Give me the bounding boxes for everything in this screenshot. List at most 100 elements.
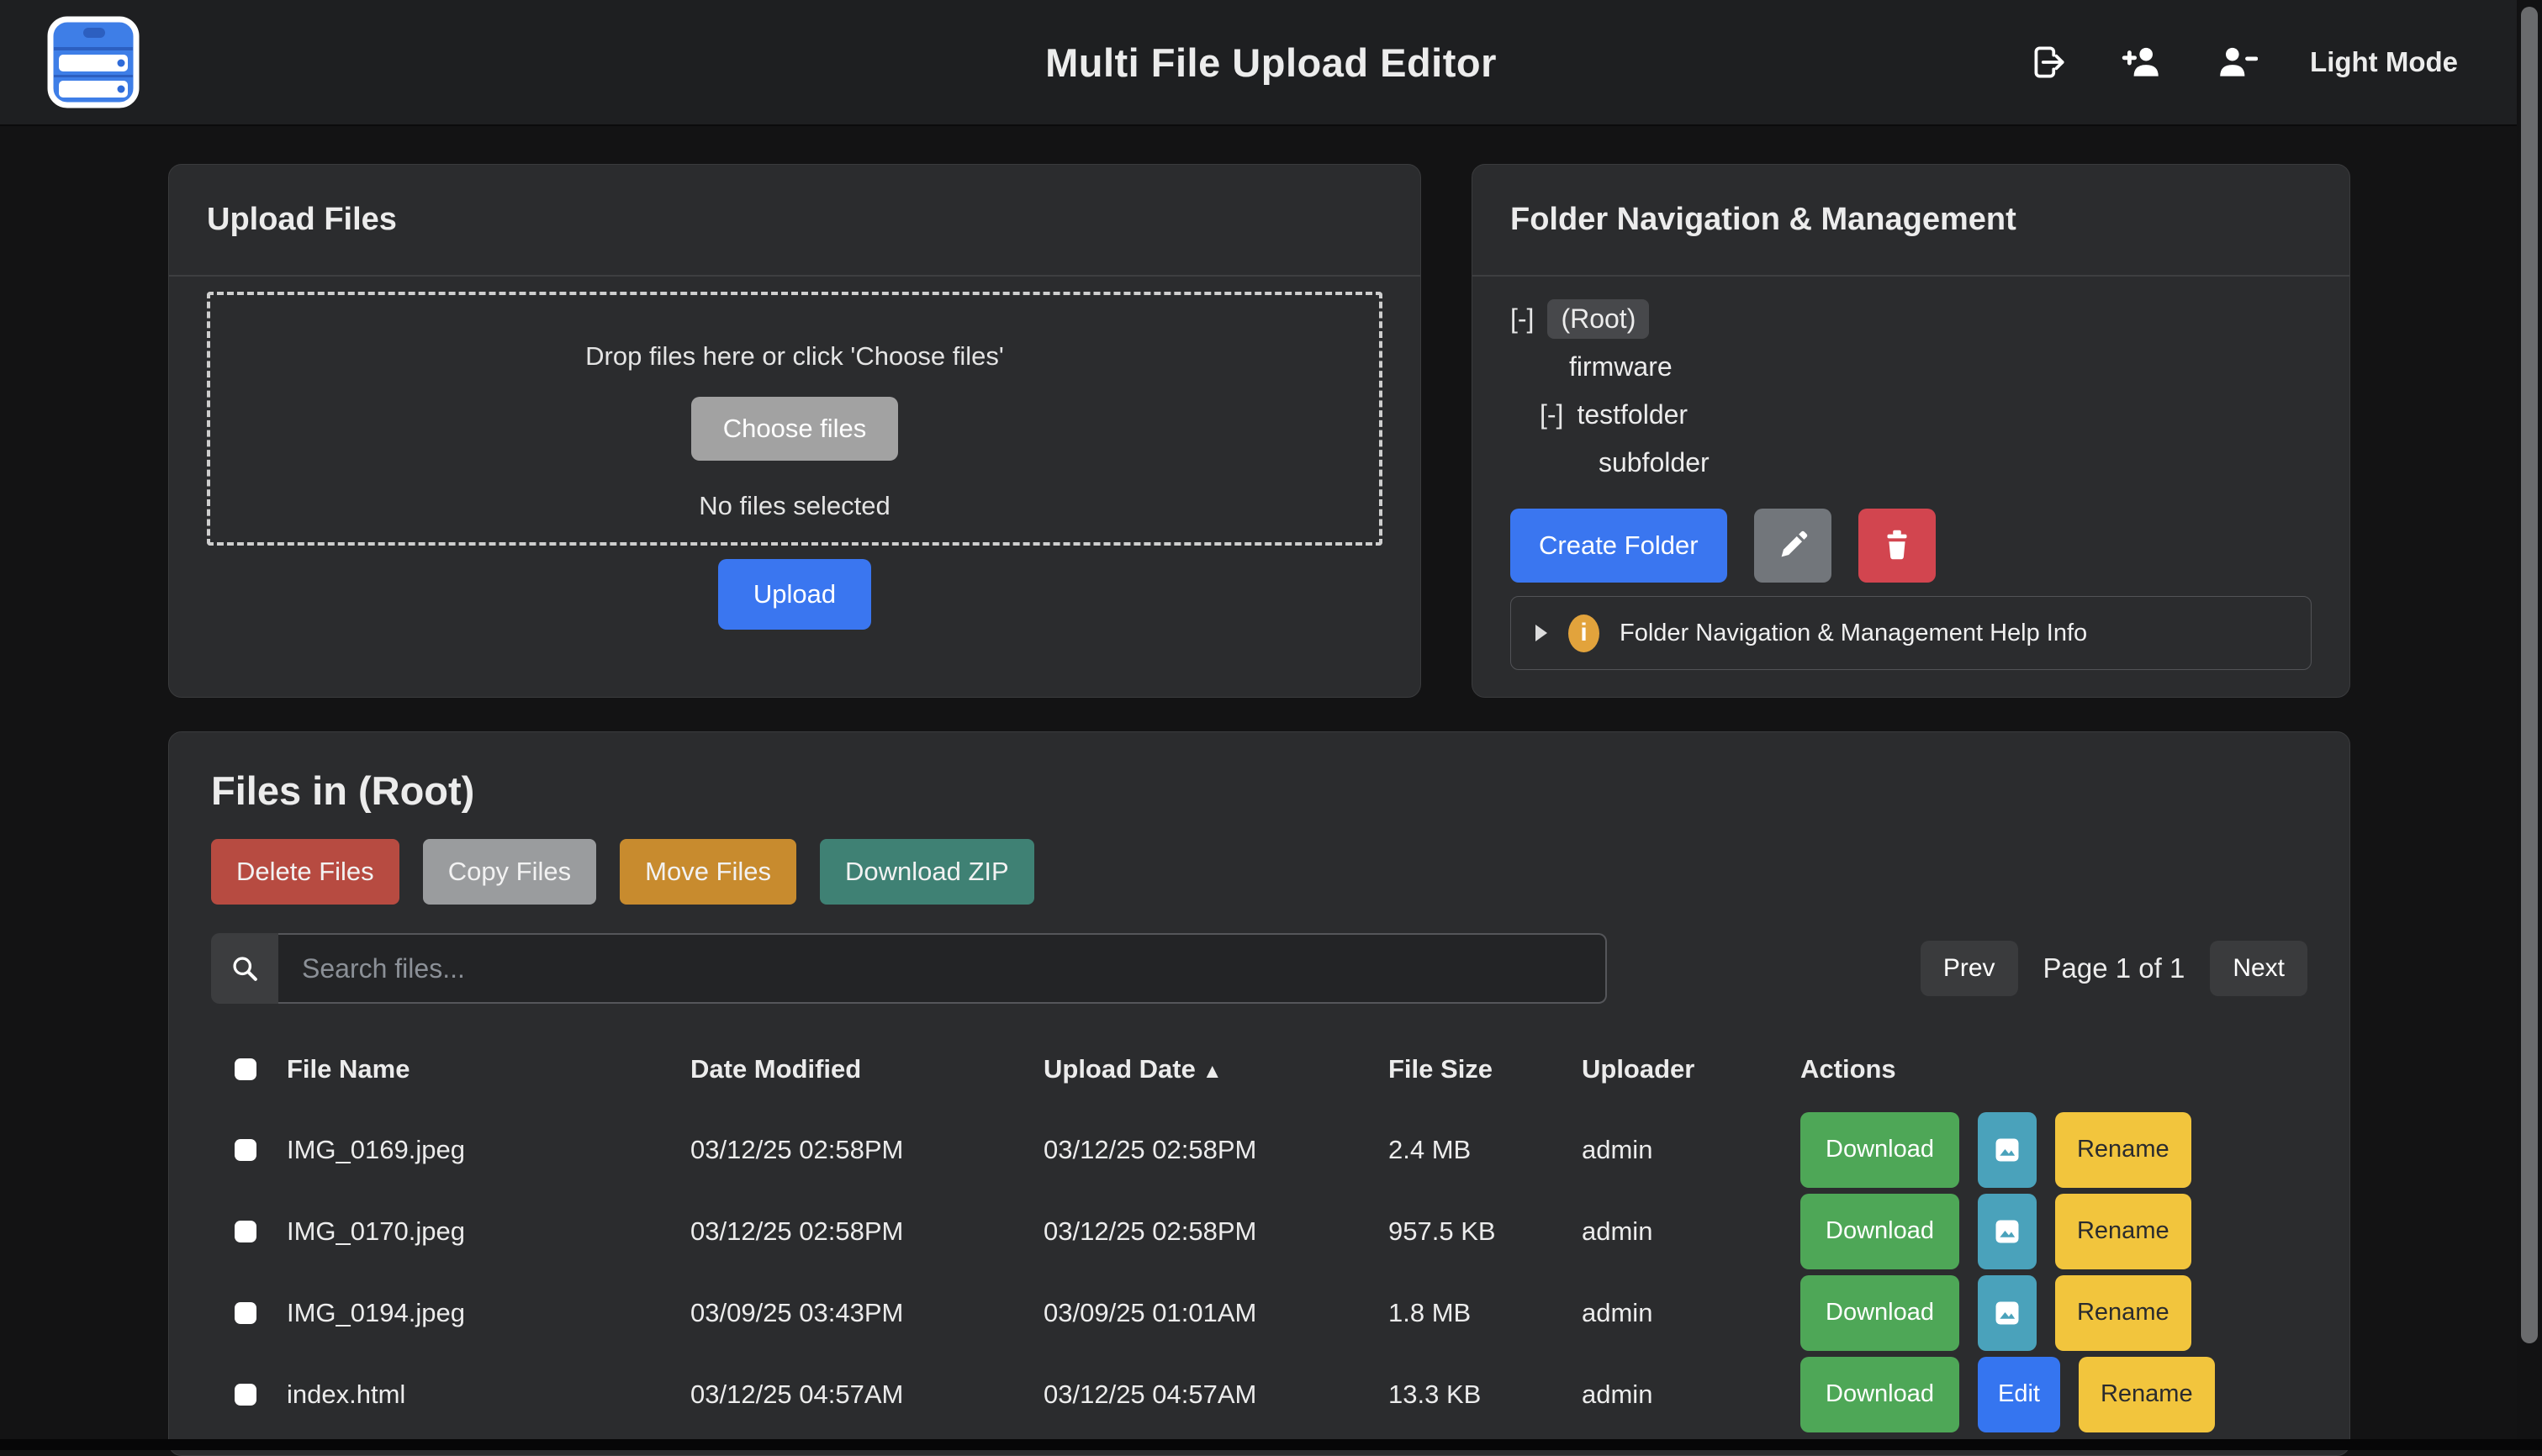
date-modified-cell: 03/09/25 03:43PM bbox=[690, 1298, 1044, 1328]
file-size-cell: 1.8 MB bbox=[1388, 1298, 1582, 1328]
file-name-cell: IMG_0170.jpeg bbox=[287, 1216, 690, 1247]
delete-files-button[interactable]: Delete Files bbox=[211, 839, 399, 905]
search-icon[interactable] bbox=[211, 933, 278, 1004]
column-uploader[interactable]: Uploader bbox=[1582, 1054, 1800, 1084]
column-date-modified[interactable]: Date Modified bbox=[690, 1054, 1044, 1084]
uploader-cell: admin bbox=[1582, 1135, 1800, 1165]
row-checkbox[interactable] bbox=[235, 1139, 256, 1161]
page-indicator: Page 1 of 1 bbox=[2043, 952, 2185, 984]
image-icon bbox=[1992, 1216, 2022, 1247]
row-checkbox[interactable] bbox=[235, 1221, 256, 1242]
rename-button[interactable]: Rename bbox=[2055, 1275, 2191, 1351]
upload-date-cell: 03/12/25 02:58PM bbox=[1044, 1135, 1388, 1165]
search-input[interactable] bbox=[278, 933, 1607, 1004]
folder-navigation-panel: Folder Navigation & Management [-] (Root)… bbox=[1472, 164, 2350, 698]
copy-files-button[interactable]: Copy Files bbox=[423, 839, 596, 905]
no-files-selected-text: No files selected bbox=[699, 491, 890, 521]
rename-button[interactable]: Rename bbox=[2079, 1357, 2215, 1432]
next-page-button[interactable]: Next bbox=[2210, 941, 2307, 996]
download-button[interactable]: Download bbox=[1800, 1275, 1959, 1351]
column-actions: Actions bbox=[1800, 1054, 2349, 1084]
table-row: IMG_0170.jpeg03/12/25 02:58PM03/12/25 02… bbox=[211, 1190, 2349, 1272]
upload-files-panel: Upload Files Drop files here or click 'C… bbox=[168, 164, 1421, 698]
choose-files-button[interactable]: Choose files bbox=[691, 397, 899, 461]
column-upload-date[interactable]: Upload Date▲ bbox=[1044, 1054, 1388, 1084]
image-icon bbox=[1992, 1135, 2022, 1165]
upload-date-cell: 03/12/25 04:57AM bbox=[1044, 1380, 1388, 1410]
actions-cell: Download Edit Rename bbox=[1800, 1357, 2349, 1432]
preview-image-button[interactable] bbox=[1978, 1194, 2037, 1269]
create-folder-button[interactable]: Create Folder bbox=[1510, 509, 1727, 583]
files-panel: Files in (Root) Delete Files Copy Files … bbox=[168, 731, 2350, 1456]
file-toolbar: Delete Files Copy Files Move Files Downl… bbox=[169, 839, 2349, 905]
rename-button[interactable]: Rename bbox=[2055, 1112, 2191, 1188]
file-name-cell: IMG_0194.jpeg bbox=[287, 1298, 690, 1328]
header-actions: Light Mode bbox=[2027, 41, 2458, 83]
light-mode-toggle[interactable]: Light Mode bbox=[2310, 46, 2458, 78]
download-button[interactable]: Download bbox=[1800, 1357, 1959, 1432]
date-modified-cell: 03/12/25 04:57AM bbox=[690, 1380, 1044, 1410]
folder-panel-title: Folder Navigation & Management bbox=[1472, 165, 2349, 277]
select-all-checkbox[interactable] bbox=[235, 1058, 256, 1080]
folder-name[interactable]: testfolder bbox=[1577, 399, 1688, 430]
scrollbar-thumb[interactable] bbox=[2521, 7, 2538, 1343]
files-table: File Name Date Modified Upload Date▲ Fil… bbox=[169, 1029, 2349, 1435]
folder-help-accordion[interactable]: i Folder Navigation & Management Help In… bbox=[1510, 596, 2312, 670]
download-button[interactable]: Download bbox=[1800, 1112, 1959, 1188]
file-name-cell: index.html bbox=[287, 1380, 690, 1410]
move-files-button[interactable]: Move Files bbox=[620, 839, 796, 905]
column-file-name[interactable]: File Name bbox=[287, 1054, 690, 1084]
preview-image-button[interactable] bbox=[1978, 1275, 2037, 1351]
row-checkbox[interactable] bbox=[235, 1384, 256, 1406]
tree-collapse-toggle[interactable]: [-] bbox=[1510, 303, 1534, 335]
uploader-cell: admin bbox=[1582, 1380, 1800, 1410]
date-modified-cell: 03/12/25 02:58PM bbox=[690, 1135, 1044, 1165]
folder-tree-item[interactable]: [-] testfolder bbox=[1540, 391, 2312, 439]
rename-button[interactable]: Rename bbox=[2055, 1194, 2191, 1269]
file-size-cell: 957.5 KB bbox=[1388, 1216, 1582, 1247]
uploader-cell: admin bbox=[1582, 1216, 1800, 1247]
upload-date-cell: 03/09/25 01:01AM bbox=[1044, 1298, 1388, 1328]
caret-right-icon bbox=[1535, 624, 1548, 642]
page-title: Multi File Upload Editor bbox=[1045, 40, 1497, 86]
upload-button[interactable]: Upload bbox=[718, 559, 871, 630]
folder-name[interactable]: (Root) bbox=[1547, 299, 1649, 339]
folder-help-label: Folder Navigation & Management Help Info bbox=[1620, 620, 2087, 647]
logout-icon[interactable] bbox=[2027, 41, 2069, 83]
trash-icon bbox=[1878, 526, 1916, 565]
edit-button[interactable]: Edit bbox=[1978, 1357, 2060, 1432]
actions-cell: Download Rename bbox=[1800, 1112, 2349, 1188]
sort-ascending-icon: ▲ bbox=[1202, 1060, 1223, 1083]
file-dropzone[interactable]: Drop files here or click 'Choose files' … bbox=[207, 292, 1382, 546]
pagination: Prev Page 1 of 1 Next bbox=[1921, 941, 2307, 996]
folder-name[interactable]: subfolder bbox=[1599, 447, 1710, 478]
folder-tree-item[interactable]: subfolder bbox=[1599, 439, 2312, 487]
download-zip-button[interactable]: Download ZIP bbox=[820, 839, 1034, 905]
files-panel-title: Files in (Root) bbox=[169, 732, 2349, 814]
main-content: Upload Files Drop files here or click 'C… bbox=[0, 126, 2542, 1456]
download-button[interactable]: Download bbox=[1800, 1194, 1959, 1269]
prev-page-button[interactable]: Prev bbox=[1921, 941, 2018, 996]
info-icon: i bbox=[1568, 615, 1599, 652]
table-row: IMG_0169.jpeg03/12/25 02:58PM03/12/25 02… bbox=[211, 1109, 2349, 1190]
dropzone-hint: Drop files here or click 'Choose files' bbox=[585, 341, 1004, 372]
preview-image-button[interactable] bbox=[1978, 1112, 2037, 1188]
folder-tree-item[interactable]: [-] (Root) bbox=[1510, 295, 2312, 343]
pencil-icon bbox=[1773, 526, 1812, 565]
add-user-icon[interactable] bbox=[2122, 41, 2164, 83]
rename-folder-button[interactable] bbox=[1754, 509, 1831, 583]
row-checkbox[interactable] bbox=[235, 1302, 256, 1324]
delete-folder-button[interactable] bbox=[1858, 509, 1936, 583]
file-size-cell: 13.3 KB bbox=[1388, 1380, 1582, 1410]
folder-name[interactable]: firmware bbox=[1569, 351, 1673, 382]
bottom-edge bbox=[0, 1439, 2542, 1450]
column-file-size[interactable]: File Size bbox=[1388, 1054, 1582, 1084]
app-header: Multi File Upload Editor bbox=[0, 0, 2542, 126]
actions-cell: Download Rename bbox=[1800, 1194, 2349, 1269]
folder-tree-item[interactable]: firmware bbox=[1569, 343, 2312, 391]
file-name-cell: IMG_0169.jpeg bbox=[287, 1135, 690, 1165]
tree-collapse-toggle[interactable]: [-] bbox=[1540, 399, 1563, 430]
upload-date-cell: 03/12/25 02:58PM bbox=[1044, 1216, 1388, 1247]
remove-user-icon[interactable] bbox=[2216, 41, 2258, 83]
table-row: index.html03/12/25 04:57AM03/12/25 04:57… bbox=[211, 1353, 2349, 1435]
